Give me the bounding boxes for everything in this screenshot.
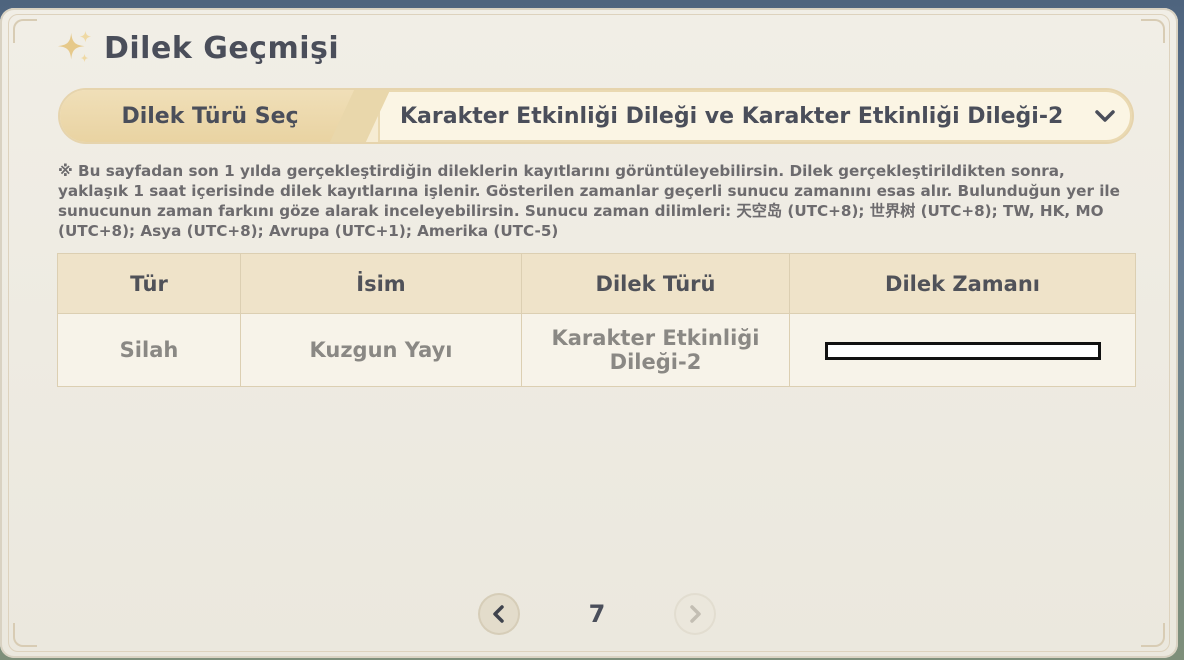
wish-history-table: Tür İsim Dilek Türü Dilek Zamanı Silah K… [57, 253, 1136, 387]
page-number: 7 [588, 600, 606, 628]
column-header-name: İsim [240, 253, 522, 314]
cell-name: Kuzgun Yayı [240, 313, 522, 387]
chevron-down-icon[interactable] [1092, 103, 1118, 129]
frame-corner [13, 623, 37, 647]
next-page-button[interactable] [675, 595, 714, 633]
wish-type-label: Dilek Türü Seç [60, 90, 360, 142]
wish-type-dropdown[interactable]: Karakter Etkinliği Dileği ve Karakter Et… [378, 90, 1132, 142]
frame-corner [13, 19, 37, 43]
wish-type-selector[interactable]: Dilek Türü Seç Karakter Etkinliği Dileği… [60, 90, 1132, 142]
prev-page-button[interactable] [480, 595, 518, 633]
frame-corner [1141, 623, 1165, 647]
column-header-wish-time: Dilek Zamanı [789, 253, 1136, 314]
wish-type-value: Karakter Etkinliği Dileği ve Karakter Et… [400, 103, 1064, 129]
wish-type-label-text: Dilek Türü Seç [121, 103, 299, 129]
table-header-row: Tür İsim Dilek Türü Dilek Zamanı [57, 253, 1136, 314]
notice-text: ※ Bu sayfadan son 1 yılda gerçekleştirdi… [58, 162, 1120, 240]
chevron-left-icon [493, 605, 504, 623]
cell-wish-time [789, 313, 1136, 387]
cell-type: Silah [57, 313, 241, 387]
wish-history-panel: Dilek Geçmişi Dilek Türü Seç Karakter Et… [0, 8, 1178, 658]
column-header-wish-type: Dilek Türü [521, 253, 790, 314]
table-row: Silah Kuzgun Yayı Karakter Etkinliği Dil… [57, 313, 1136, 387]
redacted-time [824, 342, 1101, 360]
frame-corner [1141, 19, 1165, 43]
sparkle-icon [57, 30, 92, 63]
chevron-right-icon [690, 605, 701, 623]
cell-wish-type: Karakter Etkinliği Dileği-2 [521, 313, 790, 387]
page-title: Dilek Geçmişi [104, 30, 340, 66]
pagination: 7 [480, 593, 714, 635]
column-header-type: Tür [57, 253, 241, 314]
title-row: Dilek Geçmişi [56, 28, 339, 68]
